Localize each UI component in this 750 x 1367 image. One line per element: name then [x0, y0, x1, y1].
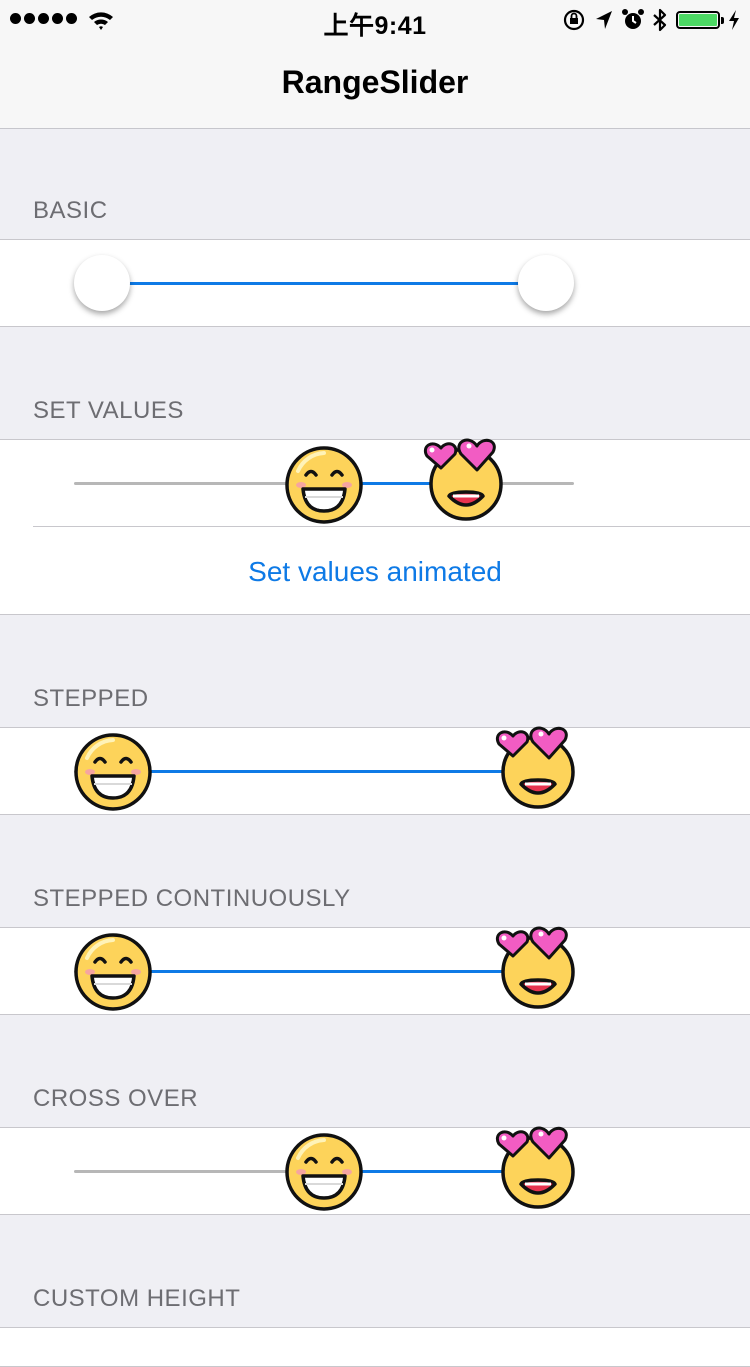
navigation-bar: RangeSlider: [0, 40, 750, 129]
slider-selected-range: [113, 970, 534, 973]
stepped-slider-cell: [0, 727, 750, 815]
custom-height-slider-cell: [0, 1327, 750, 1367]
section-header-stepped-continuously: STEPPED CONTINUOUSLY: [33, 885, 351, 912]
status-bar: 上午9:41: [0, 0, 750, 40]
heart-eyes-face-icon[interactable]: [491, 1122, 581, 1212]
heart-eyes-face-icon[interactable]: [491, 922, 581, 1012]
heart-eyes-face-icon[interactable]: [419, 434, 509, 524]
orientation-lock-icon: [563, 9, 585, 31]
basic-slider-cell: [0, 239, 750, 327]
alarm-icon: [622, 9, 644, 29]
battery-icon: [676, 11, 724, 29]
cell-divider: [33, 526, 750, 527]
bluetooth-icon: [653, 8, 667, 32]
slider-selected-range: [102, 282, 546, 285]
stepped-continuously-slider-cell: [0, 927, 750, 1015]
heart-eyes-face-icon[interactable]: [491, 722, 581, 812]
set-values-animated-button[interactable]: Set values animated: [0, 556, 750, 588]
section-header-stepped: STEPPED: [33, 685, 149, 712]
slider-selected-range: [113, 770, 534, 773]
cross-over-slider-cell: [0, 1127, 750, 1215]
section-header-cross-over: CROSS OVER: [33, 1085, 199, 1112]
set-values-cell: Set values animated: [0, 439, 750, 615]
page-title: RangeSlider: [281, 64, 469, 100]
grinning-face-icon[interactable]: [73, 932, 153, 1012]
location-arrow-icon: [596, 11, 612, 29]
section-header-set-values: SET VALUES: [33, 397, 184, 424]
section-header-custom-height: CUSTOM HEIGHT: [33, 1285, 241, 1312]
upper-thumb[interactable]: [518, 255, 574, 311]
grinning-face-icon[interactable]: [73, 732, 153, 812]
section-header-basic: BASIC: [33, 197, 108, 224]
grinning-face-icon[interactable]: [284, 1132, 364, 1212]
charging-bolt-icon: [729, 10, 739, 30]
lower-thumb[interactable]: [74, 255, 130, 311]
grinning-face-icon[interactable]: [284, 445, 364, 525]
